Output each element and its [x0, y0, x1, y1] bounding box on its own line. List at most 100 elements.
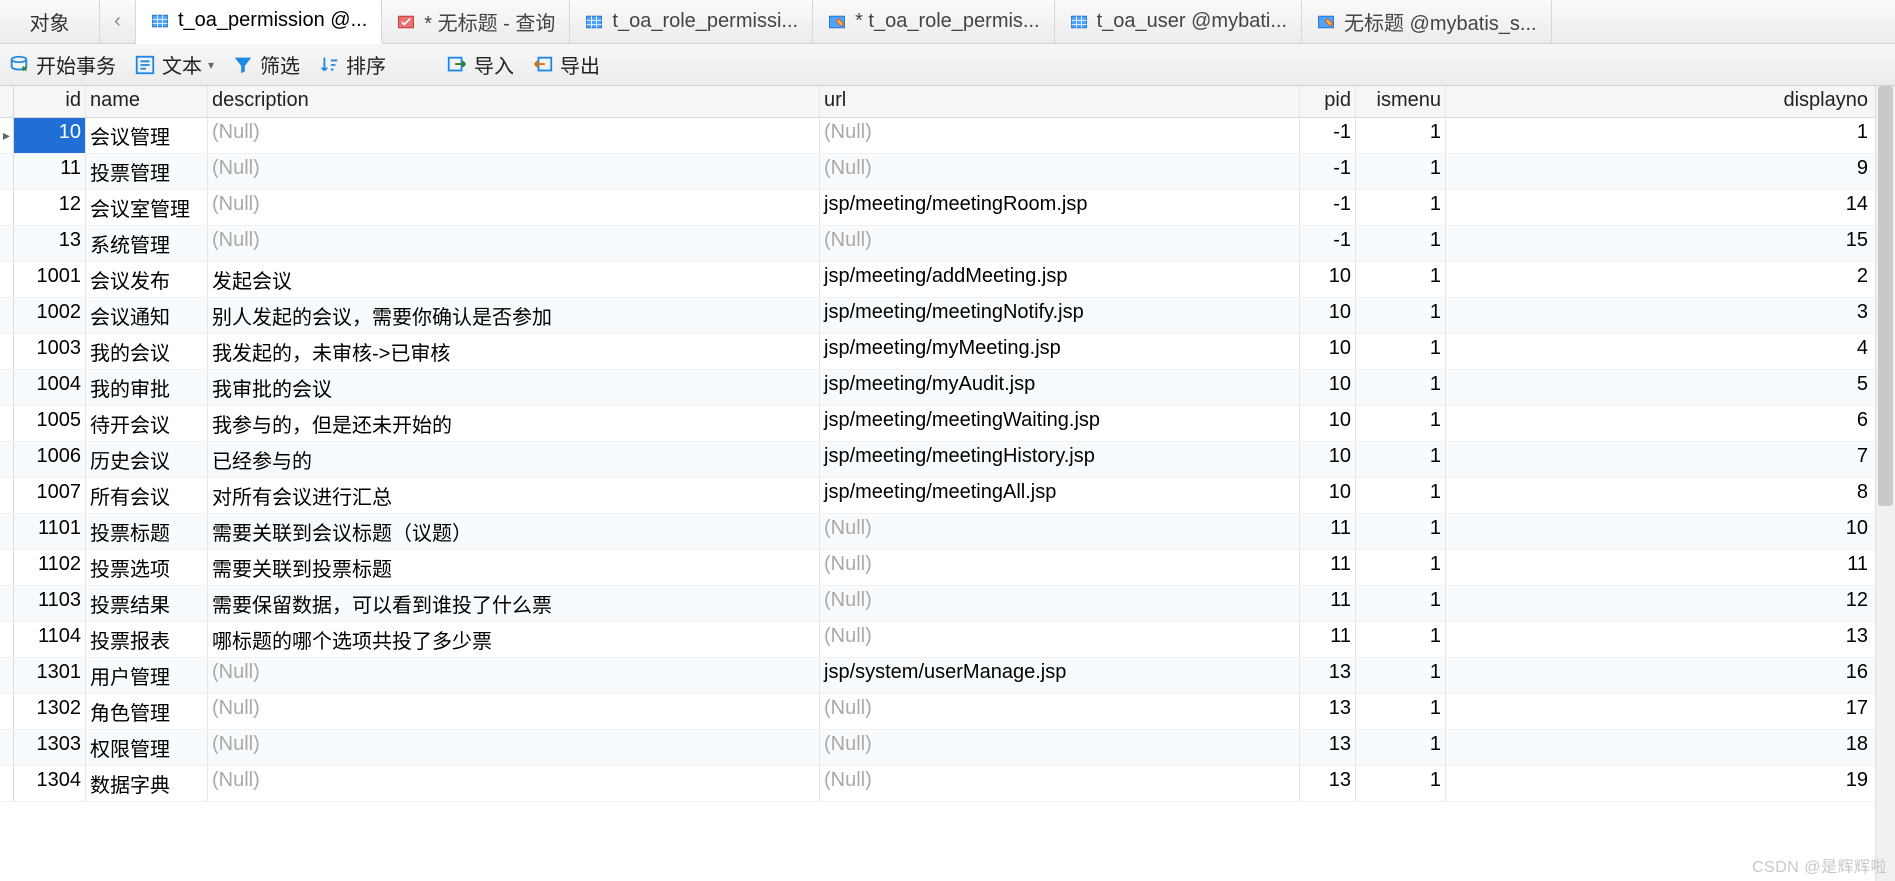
- cell-pid[interactable]: 10: [1300, 442, 1356, 477]
- cell-id[interactable]: 1007: [14, 478, 86, 513]
- cell-ismenu[interactable]: 1: [1356, 730, 1446, 765]
- col-header-url[interactable]: url: [820, 86, 1300, 117]
- col-header-ismenu[interactable]: ismenu: [1356, 86, 1446, 117]
- cell-pid[interactable]: 13: [1300, 730, 1356, 765]
- cell-displayno[interactable]: 1: [1446, 118, 1895, 153]
- cell-id[interactable]: 1302: [14, 694, 86, 729]
- cell-id[interactable]: 11: [14, 154, 86, 189]
- table-row[interactable]: 1005待开会议我参与的，但是还未开始的jsp/meeting/meetingW…: [0, 406, 1895, 442]
- tab-2[interactable]: t_oa_role_permissi...: [570, 0, 813, 43]
- cell-description[interactable]: 我参与的，但是还未开始的: [208, 406, 820, 441]
- table-row[interactable]: 1301用户管理(Null)jsp/system/userManage.jsp1…: [0, 658, 1895, 694]
- cell-description[interactable]: (Null): [208, 154, 820, 189]
- cell-displayno[interactable]: 12: [1446, 586, 1895, 621]
- cell-id[interactable]: 1101: [14, 514, 86, 549]
- cell-name[interactable]: 数据字典: [86, 766, 208, 801]
- table-row[interactable]: 1303权限管理(Null)(Null)13118: [0, 730, 1895, 766]
- cell-url[interactable]: (Null): [820, 226, 1300, 261]
- cell-ismenu[interactable]: 1: [1356, 442, 1446, 477]
- cell-url[interactable]: (Null): [820, 766, 1300, 801]
- table-row[interactable]: 1102投票选项需要关联到投票标题(Null)11111: [0, 550, 1895, 586]
- cell-name[interactable]: 我的审批: [86, 370, 208, 405]
- col-header-pid[interactable]: pid: [1300, 86, 1356, 117]
- cell-pid[interactable]: 11: [1300, 586, 1356, 621]
- cell-url[interactable]: jsp/meeting/addMeeting.jsp: [820, 262, 1300, 297]
- cell-displayno[interactable]: 5: [1446, 370, 1895, 405]
- cell-description[interactable]: 需要关联到投票标题: [208, 550, 820, 585]
- cell-id[interactable]: 1002: [14, 298, 86, 333]
- cell-name[interactable]: 投票管理: [86, 154, 208, 189]
- table-row[interactable]: 13系统管理(Null)(Null)-1115: [0, 226, 1895, 262]
- tab-3[interactable]: * t_oa_role_permis...: [813, 0, 1055, 43]
- cell-id[interactable]: 1004: [14, 370, 86, 405]
- sort-button[interactable]: 排序: [318, 50, 386, 79]
- cell-pid[interactable]: 11: [1300, 514, 1356, 549]
- cell-pid[interactable]: -1: [1300, 118, 1356, 153]
- table-row[interactable]: 1104投票报表哪标题的哪个选项共投了多少票(Null)11113: [0, 622, 1895, 658]
- cell-ismenu[interactable]: 1: [1356, 658, 1446, 693]
- tab-1[interactable]: * 无标题 - 查询: [382, 0, 570, 43]
- filter-button[interactable]: 筛选: [232, 50, 300, 79]
- cell-url[interactable]: (Null): [820, 550, 1300, 585]
- tab-0[interactable]: t_oa_permission @...: [136, 0, 382, 44]
- col-header-displayno[interactable]: displayno: [1446, 86, 1895, 117]
- cell-id[interactable]: 13: [14, 226, 86, 261]
- table-row[interactable]: 1004我的审批我审批的会议jsp/meeting/myAudit.jsp101…: [0, 370, 1895, 406]
- cell-displayno[interactable]: 9: [1446, 154, 1895, 189]
- cell-url[interactable]: (Null): [820, 154, 1300, 189]
- cell-url[interactable]: jsp/meeting/meetingNotify.jsp: [820, 298, 1300, 333]
- cell-pid[interactable]: 11: [1300, 622, 1356, 657]
- object-panel-label[interactable]: 对象: [0, 0, 100, 43]
- cell-displayno[interactable]: 18: [1446, 730, 1895, 765]
- cell-pid[interactable]: -1: [1300, 154, 1356, 189]
- cell-ismenu[interactable]: 1: [1356, 370, 1446, 405]
- cell-displayno[interactable]: 15: [1446, 226, 1895, 261]
- cell-url[interactable]: jsp/system/userManage.jsp: [820, 658, 1300, 693]
- cell-url[interactable]: (Null): [820, 730, 1300, 765]
- cell-displayno[interactable]: 7: [1446, 442, 1895, 477]
- cell-description[interactable]: 我发起的，未审核->已审核: [208, 334, 820, 369]
- cell-id[interactable]: 1104: [14, 622, 86, 657]
- cell-description[interactable]: 对所有会议进行汇总: [208, 478, 820, 513]
- cell-description[interactable]: 发起会议: [208, 262, 820, 297]
- cell-url[interactable]: (Null): [820, 694, 1300, 729]
- cell-pid[interactable]: 10: [1300, 370, 1356, 405]
- cell-description[interactable]: (Null): [208, 226, 820, 261]
- cell-name[interactable]: 投票标题: [86, 514, 208, 549]
- cell-displayno[interactable]: 19: [1446, 766, 1895, 801]
- cell-ismenu[interactable]: 1: [1356, 586, 1446, 621]
- export-button[interactable]: 导出: [532, 50, 600, 79]
- cell-pid[interactable]: -1: [1300, 226, 1356, 261]
- cell-description[interactable]: (Null): [208, 730, 820, 765]
- table-row[interactable]: ▸10会议管理(Null)(Null)-111: [0, 118, 1895, 154]
- cell-displayno[interactable]: 6: [1446, 406, 1895, 441]
- cell-ismenu[interactable]: 1: [1356, 514, 1446, 549]
- table-row[interactable]: 1304数据字典(Null)(Null)13119: [0, 766, 1895, 802]
- table-row[interactable]: 1003我的会议我发起的，未审核->已审核jsp/meeting/myMeeti…: [0, 334, 1895, 370]
- table-row[interactable]: 1101投票标题需要关联到会议标题（议题）(Null)11110: [0, 514, 1895, 550]
- table-row[interactable]: 1007所有会议对所有会议进行汇总jsp/meeting/meetingAll.…: [0, 478, 1895, 514]
- cell-id[interactable]: 1006: [14, 442, 86, 477]
- cell-displayno[interactable]: 17: [1446, 694, 1895, 729]
- cell-url[interactable]: (Null): [820, 118, 1300, 153]
- cell-name[interactable]: 投票结果: [86, 586, 208, 621]
- col-header-description[interactable]: description: [208, 86, 820, 117]
- cell-name[interactable]: 角色管理: [86, 694, 208, 729]
- cell-pid[interactable]: -1: [1300, 190, 1356, 225]
- cell-name[interactable]: 待开会议: [86, 406, 208, 441]
- cell-description[interactable]: 需要关联到会议标题（议题）: [208, 514, 820, 549]
- cell-id[interactable]: 1005: [14, 406, 86, 441]
- cell-pid[interactable]: 13: [1300, 766, 1356, 801]
- cell-pid[interactable]: 10: [1300, 298, 1356, 333]
- cell-pid[interactable]: 13: [1300, 694, 1356, 729]
- cell-pid[interactable]: 13: [1300, 658, 1356, 693]
- cell-name[interactable]: 投票选项: [86, 550, 208, 585]
- tab-nav-prev[interactable]: ‹: [100, 0, 136, 43]
- cell-displayno[interactable]: 2: [1446, 262, 1895, 297]
- cell-id[interactable]: 10: [14, 118, 86, 153]
- cell-id[interactable]: 12: [14, 190, 86, 225]
- table-row[interactable]: 11投票管理(Null)(Null)-119: [0, 154, 1895, 190]
- cell-displayno[interactable]: 14: [1446, 190, 1895, 225]
- text-view-button[interactable]: 文本 ▾: [134, 50, 214, 79]
- cell-description[interactable]: (Null): [208, 190, 820, 225]
